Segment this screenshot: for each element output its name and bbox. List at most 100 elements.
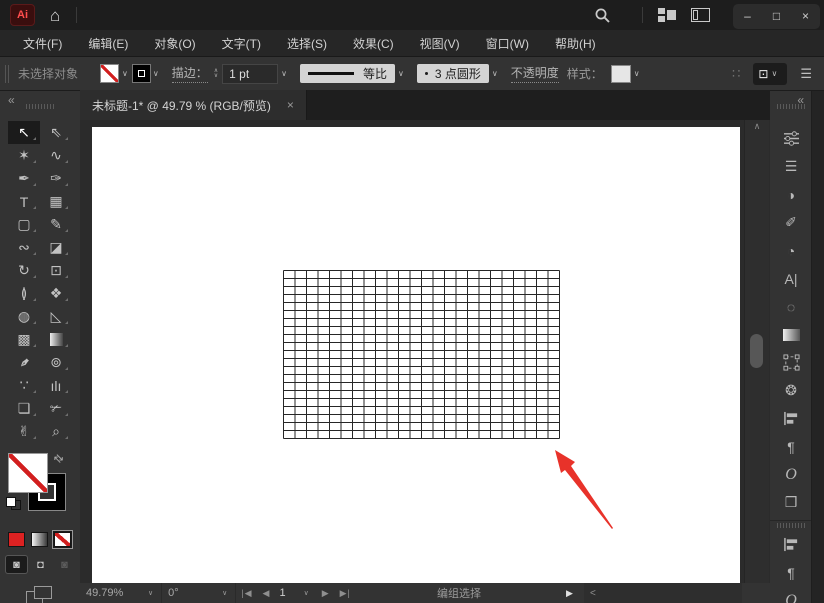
close-tab-icon[interactable]: ×	[287, 98, 294, 112]
status-expand-icon[interactable]: ▶	[566, 583, 573, 603]
draw-inside-button[interactable]: ◙	[54, 556, 75, 573]
slice-tool[interactable]: ✃	[40, 397, 72, 420]
first-artboard-icon[interactable]: |◀	[236, 588, 257, 599]
blend-tool[interactable]: ⊚	[40, 351, 72, 374]
character-panel-icon[interactable]: A|	[777, 268, 805, 289]
gradient-tool[interactable]	[40, 328, 72, 351]
shaper-tool[interactable]: ∾	[8, 236, 40, 259]
last-artboard-icon[interactable]: ▶|	[335, 588, 356, 599]
rotation-field[interactable]: 0°	[162, 583, 214, 603]
zoom-level-field[interactable]: 49.79%	[80, 583, 140, 603]
chip-color[interactable]	[7, 531, 26, 548]
workspace-switcher-icon[interactable]	[658, 8, 676, 22]
direct-selection-tool[interactable]: ⇖	[40, 121, 72, 144]
artboard-dropdown-icon[interactable]: ∨	[296, 589, 317, 597]
color-panel-icon[interactable]: ❂	[777, 380, 805, 401]
close-button[interactable]: ×	[791, 4, 820, 29]
home-icon[interactable]: ⌂	[50, 7, 60, 24]
perspective-grid-tool[interactable]: ◺	[40, 305, 72, 328]
width-tool[interactable]: ≬	[8, 282, 40, 305]
lasso-tool[interactable]: ∿	[40, 144, 72, 167]
chevron-down-icon[interactable]: ∨	[281, 69, 287, 78]
chevron-down-icon[interactable]: ∨	[153, 69, 159, 78]
zoom-tool[interactable]: ⌕	[40, 420, 72, 443]
rotate-tool[interactable]: ↻	[8, 259, 40, 282]
align-panel-icon[interactable]	[777, 408, 805, 429]
eraser-tool[interactable]: ◪	[40, 236, 72, 259]
chevron-down-icon[interactable]: ∨	[122, 69, 128, 78]
opentype-panel-2-icon[interactable]: O	[777, 590, 805, 603]
search-icon[interactable]	[594, 7, 611, 24]
draw-normal-button[interactable]: ◙	[6, 556, 27, 573]
maximize-button[interactable]: □	[762, 4, 791, 29]
opentype-panel-icon[interactable]: O	[777, 464, 805, 485]
chevron-down-icon[interactable]: ∨	[492, 69, 498, 78]
stroke-width-field[interactable]: 1 pt	[222, 64, 278, 84]
snap-options-button[interactable]: ⊡ ∨	[753, 63, 787, 85]
paragraph-panel-icon[interactable]: ¶	[777, 436, 805, 457]
swatches-panel-icon[interactable]: ◔	[777, 240, 805, 261]
properties-panel-icon[interactable]	[777, 128, 805, 149]
transform-panel-icon[interactable]	[777, 352, 805, 373]
puppet-warp-tool[interactable]: ❖	[40, 282, 72, 305]
rotation-dropdown-icon[interactable]: ∨	[214, 589, 235, 597]
artboard-tool[interactable]: ❏	[8, 397, 40, 420]
grid-object[interactable]	[283, 270, 560, 439]
vertical-scrollbar-thumb[interactable]	[750, 334, 763, 368]
dock-grip[interactable]	[777, 104, 805, 109]
column-graph-tool[interactable]: ılı	[40, 374, 72, 397]
artboard-number-field[interactable]: 1	[275, 587, 295, 599]
paragraph-panel-2-icon[interactable]: ¶	[777, 562, 805, 583]
document-setup-icon[interactable]: ∷	[732, 66, 740, 82]
free-transform-tool[interactable]: ⊡	[40, 259, 72, 282]
default-fill-stroke-icon[interactable]	[6, 497, 21, 510]
canvas[interactable]: ∧	[80, 120, 770, 583]
menu-edit[interactable]: 编辑(E)	[75, 35, 141, 52]
symbol-sprayer-tool[interactable]: ∵	[8, 374, 40, 397]
menu-view[interactable]: 视图(V)	[407, 35, 473, 52]
stroke-label[interactable]: 描边：	[172, 64, 208, 83]
draw-behind-button[interactable]: ◘	[30, 556, 51, 573]
paintbrush-tool[interactable]: ✎	[40, 213, 72, 236]
chevron-down-icon[interactable]: ∨	[398, 69, 404, 78]
chip-gradient[interactable]	[30, 531, 49, 548]
prev-artboard-icon[interactable]: ◀	[258, 588, 276, 599]
menu-window[interactable]: 窗口(W)	[473, 35, 542, 52]
brushes-panel-icon[interactable]: ✐	[777, 212, 805, 233]
chip-none[interactable]	[53, 531, 72, 548]
menu-object[interactable]: 对象(O)	[141, 35, 208, 52]
screen-mode-icon[interactable]	[26, 586, 54, 603]
magic-wand-tool[interactable]: ✶	[8, 144, 40, 167]
stroke-panel-icon[interactable]: ◌	[777, 296, 805, 317]
controlbar-grip[interactable]	[5, 65, 9, 83]
transparency-panel-icon[interactable]: ◑	[777, 184, 805, 205]
menu-help[interactable]: 帮助(H)	[542, 35, 609, 52]
scroll-left-icon[interactable]: <	[590, 588, 596, 599]
layers-panel-icon[interactable]: ☰	[777, 156, 805, 177]
gradient-panel-icon[interactable]	[777, 324, 805, 345]
stroke-color-swatch[interactable]	[133, 65, 150, 82]
menu-effect[interactable]: 效果(C)	[340, 35, 407, 52]
next-artboard-icon[interactable]: ▶	[317, 588, 335, 599]
curvature-tool[interactable]: ✑	[40, 167, 72, 190]
arrange-documents-icon[interactable]	[691, 8, 710, 22]
chevron-down-icon[interactable]: ∨	[634, 69, 640, 78]
menu-select[interactable]: 选择(S)	[274, 35, 340, 52]
fill-indicator[interactable]	[8, 453, 48, 493]
menu-file[interactable]: 文件(F)	[10, 35, 75, 52]
swap-fill-stroke-icon[interactable]: ⇄	[51, 451, 67, 467]
shape-builder-tool[interactable]: ◍	[8, 305, 40, 328]
stroke-profile-dropdown[interactable]: 等比	[300, 64, 395, 83]
selection-tool[interactable]: ↖	[8, 121, 40, 144]
vertical-scrollbar[interactable]: ∧	[744, 120, 769, 583]
minimize-button[interactable]: –	[733, 4, 762, 29]
style-swatch[interactable]	[611, 65, 631, 83]
stroke-width-stepper[interactable]: ∧∨	[214, 69, 218, 79]
rectangular-grid-tool[interactable]: ▦	[40, 190, 72, 213]
collapse-tools-icon[interactable]: «	[8, 93, 15, 107]
control-panel-menu-icon[interactable]: ☰	[800, 66, 812, 82]
pathfinder-panel-icon[interactable]: ❒	[777, 492, 805, 513]
align-panel-2-icon[interactable]	[777, 534, 805, 555]
scroll-up-icon[interactable]: ∧	[745, 121, 769, 132]
opacity-link[interactable]: 不透明度	[511, 64, 559, 83]
